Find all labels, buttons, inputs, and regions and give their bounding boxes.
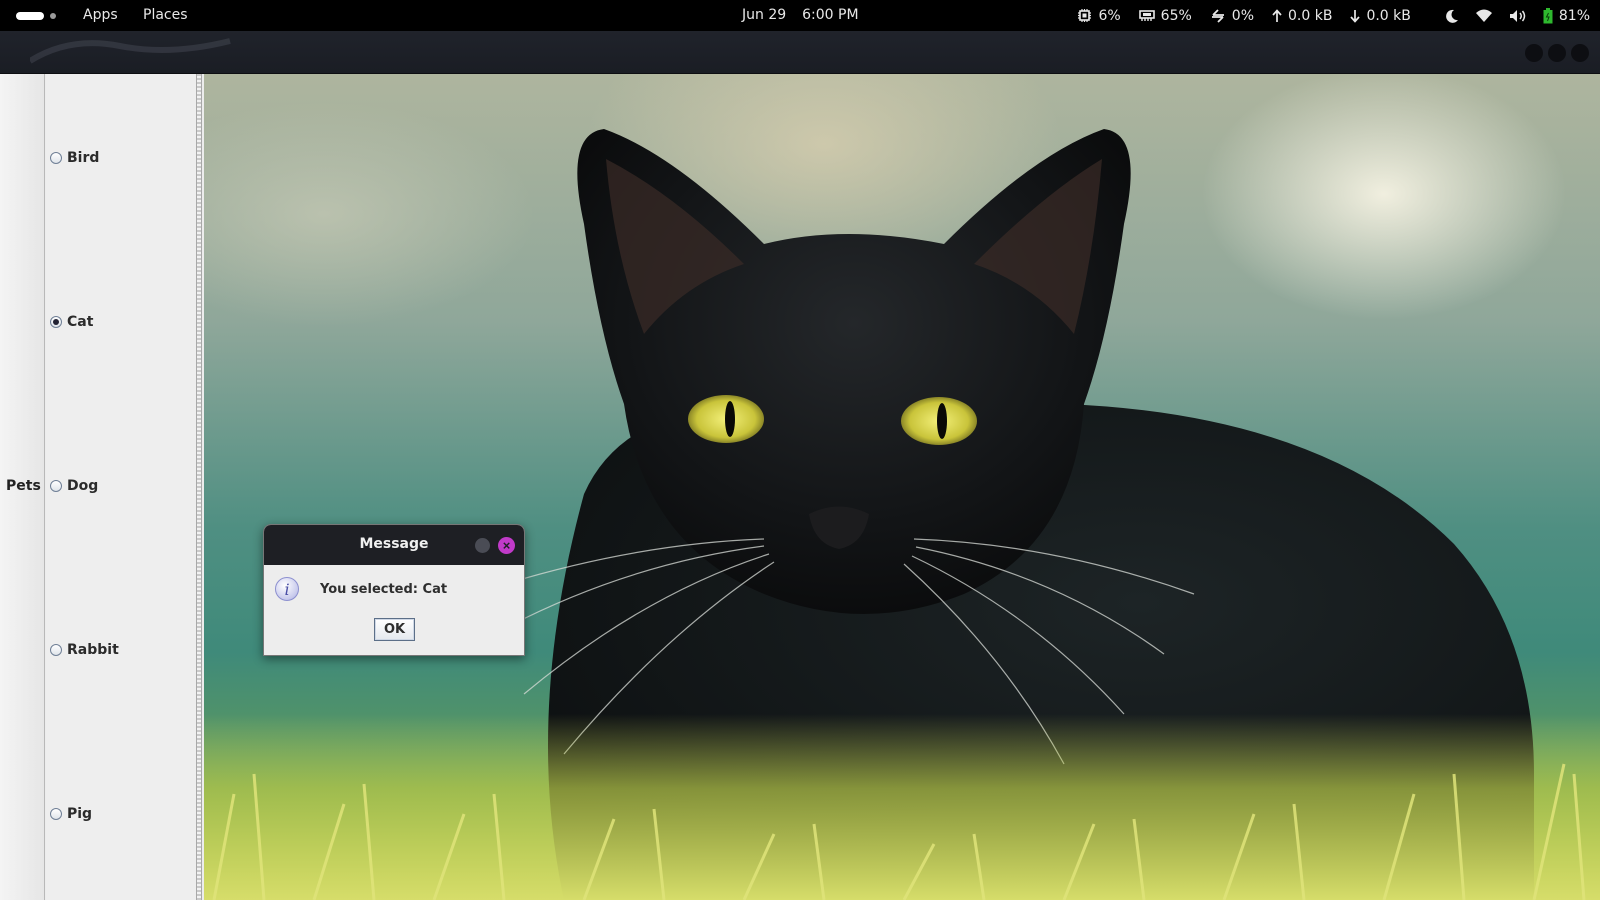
upload-monitor[interactable]: 0.0 kB — [1272, 8, 1332, 24]
maximize-button[interactable] — [1548, 44, 1566, 62]
radio-button-dog[interactable] — [50, 480, 62, 492]
dialog-titlebar[interactable]: Message × — [264, 525, 524, 565]
close-button[interactable] — [1571, 44, 1589, 62]
ok-button[interactable]: OK — [374, 618, 415, 641]
radio-option-dog[interactable]: Dog — [50, 478, 98, 494]
download-monitor[interactable]: 0.0 kB — [1350, 7, 1411, 24]
clock-time: 6:00 PM — [802, 7, 859, 23]
memory-icon — [1138, 10, 1155, 21]
split-pane-divider[interactable] — [196, 74, 202, 900]
upload-icon — [1272, 8, 1282, 22]
radio-option-pig[interactable]: Pig — [50, 806, 92, 822]
places-menu[interactable]: Places — [143, 7, 188, 23]
workspace-active-indicator — [16, 12, 44, 20]
cat-illustration — [204, 129, 1600, 900]
battery-indicator[interactable]: 81% — [1543, 7, 1590, 24]
cpu-value: 6% — [1098, 7, 1121, 24]
clock[interactable]: Jun 29 6:00 PM — [742, 7, 859, 23]
radio-label-rabbit: Rabbit — [67, 642, 119, 658]
radio-label-dog: Dog — [67, 478, 99, 494]
message-dialog: Message × i You selected: Cat OK — [263, 524, 525, 656]
wifi-icon — [1475, 9, 1492, 22]
night-light-icon — [1445, 9, 1458, 23]
dialog-close-button[interactable]: × — [498, 537, 515, 554]
system-tray: 6% 65% 0% 0.0 kB 0.0 kB 81% — [1059, 0, 1590, 31]
app-window-content: Pets Bird Cat Dog Rabbit Pig Message × i… — [0, 74, 1600, 900]
battery-icon — [1543, 7, 1553, 23]
pets-group-strip: Pets — [0, 74, 45, 900]
radio-option-rabbit[interactable]: Rabbit — [50, 642, 119, 658]
apps-menu[interactable]: Apps — [83, 7, 118, 23]
radio-button-pig[interactable] — [50, 808, 62, 820]
info-icon: i — [275, 577, 299, 601]
activities-indicator[interactable] — [16, 12, 58, 20]
radio-button-rabbit[interactable] — [50, 644, 62, 656]
pets-group-label: Pets — [6, 478, 41, 494]
battery-value: 81% — [1558, 7, 1590, 24]
swap-monitor[interactable]: 0% — [1210, 8, 1254, 24]
workspace-indicator — [50, 13, 56, 19]
radio-button-cat[interactable] — [50, 316, 62, 328]
cpu-monitor[interactable]: 6% — [1077, 7, 1121, 24]
window-titlebar[interactable] — [0, 31, 1600, 74]
titlebar-texture — [30, 38, 231, 64]
radio-label-bird: Bird — [67, 150, 100, 166]
dialog-minimize-button[interactable] — [475, 538, 490, 553]
night-light-indicator[interactable] — [1445, 9, 1459, 23]
radio-label-cat: Cat — [67, 314, 94, 330]
cat-photo — [204, 74, 1600, 900]
top-panel: Apps Places Jun 29 6:00 PM 6% 65% 0% 0.0 … — [0, 0, 1600, 31]
dialog-message: You selected: Cat — [320, 582, 448, 597]
radio-button-bird[interactable] — [50, 152, 62, 164]
radio-label-pig: Pig — [67, 806, 93, 822]
pet-radio-panel: Bird Cat Dog Rabbit Pig — [46, 74, 201, 900]
download-icon — [1350, 9, 1361, 23]
swap-value: 0% — [1231, 7, 1254, 24]
volume-icon — [1509, 9, 1526, 22]
clock-date: Jun 29 — [742, 7, 787, 23]
minimize-button[interactable] — [1525, 44, 1543, 62]
memory-monitor[interactable]: 65% — [1138, 7, 1192, 24]
upload-value: 0.0 kB — [1288, 7, 1333, 24]
download-value: 0.0 kB — [1366, 7, 1411, 24]
wifi-indicator[interactable] — [1475, 9, 1493, 23]
cpu-icon — [1078, 9, 1092, 22]
volume-indicator[interactable] — [1509, 9, 1527, 23]
radio-option-cat[interactable]: Cat — [50, 314, 93, 330]
radio-option-bird[interactable]: Bird — [50, 150, 99, 166]
swap-icon — [1211, 8, 1224, 23]
memory-value: 65% — [1160, 7, 1192, 24]
